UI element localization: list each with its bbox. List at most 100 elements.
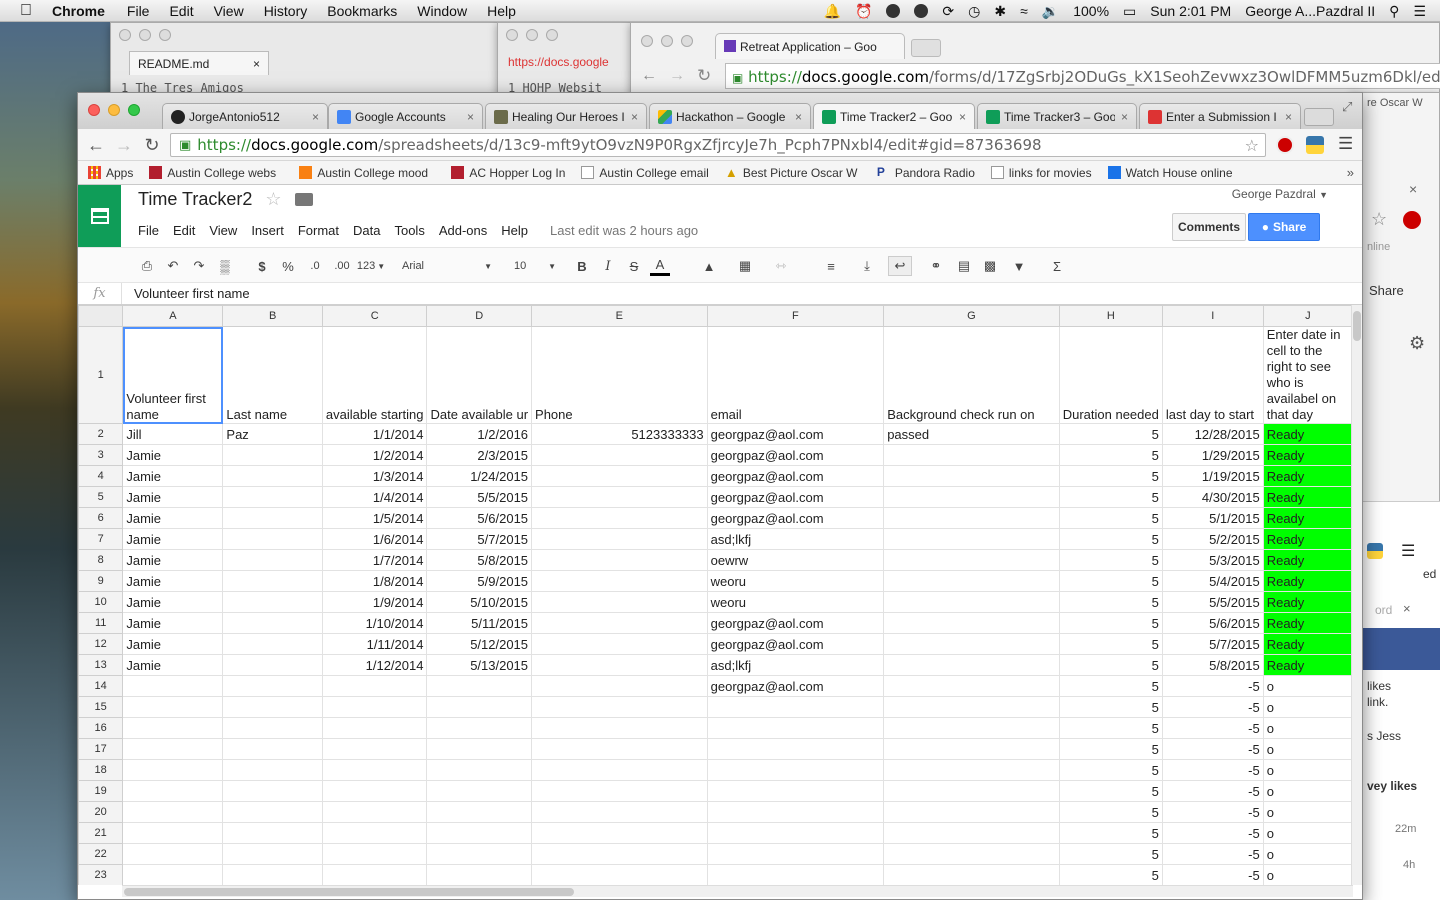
new-tab-button[interactable] — [1304, 108, 1334, 126]
close-icon[interactable]: × — [312, 110, 319, 124]
text-color-button[interactable]: A — [650, 256, 670, 276]
redo-icon[interactable]: ↷ — [190, 256, 208, 276]
bookmark-best-picture[interactable]: ▲ Best Picture Oscar W — [725, 166, 861, 180]
cell-d14[interactable] — [426, 675, 533, 697]
cell-h12[interactable]: 5 — [1058, 633, 1163, 655]
row-header[interactable]: 7 — [78, 528, 124, 550]
cell-e16[interactable] — [531, 717, 708, 739]
cell-d16[interactable] — [426, 717, 533, 739]
user-name[interactable]: George A...Pazdral II — [1245, 3, 1375, 19]
font-select[interactable]: Arial ▼ — [402, 256, 492, 276]
cell-i14[interactable]: -5 — [1161, 675, 1264, 697]
cell-f15[interactable] — [706, 696, 885, 718]
paint-format-icon[interactable]: ▒ — [216, 256, 234, 276]
row-header[interactable]: 1 — [78, 326, 124, 424]
cell-f14[interactable]: georgpaz@aol.com — [706, 675, 885, 697]
cell-c2[interactable]: 1/1/2014 — [321, 423, 428, 445]
cell-g4[interactable] — [883, 465, 1060, 487]
more-formats-button[interactable]: 123 ▼ — [356, 256, 386, 276]
cell-f23[interactable] — [706, 864, 885, 885]
cell-i5[interactable]: 4/30/2015 — [1161, 486, 1264, 508]
cell-g5[interactable] — [883, 486, 1060, 508]
cell-j23[interactable]: o — [1262, 864, 1353, 885]
row-header[interactable]: 21 — [78, 822, 124, 844]
cell-a3[interactable]: Jamie — [122, 444, 224, 466]
cell-f5[interactable]: georgpaz@aol.com — [706, 486, 885, 508]
column-header-f[interactable]: F — [706, 305, 885, 327]
menu-addons[interactable]: Add-ons — [439, 223, 487, 238]
cell-b10[interactable] — [222, 591, 323, 613]
cell-i19[interactable]: -5 — [1161, 780, 1264, 802]
cell-j21[interactable]: o — [1262, 822, 1353, 844]
cell-c6[interactable]: 1/5/2014 — [321, 507, 428, 529]
url-bar[interactable]: ▣ https://docs.google.com/spreadsheets/d… — [170, 133, 1266, 157]
cell-f11[interactable]: georgpaz@aol.com — [706, 612, 885, 634]
cell-b20[interactable] — [222, 801, 323, 823]
cell-d18[interactable] — [426, 759, 533, 781]
bold-button[interactable]: B — [574, 256, 590, 276]
cell-e11[interactable] — [531, 612, 708, 634]
column-header-i[interactable]: I — [1161, 305, 1264, 327]
cell-e18[interactable] — [531, 759, 708, 781]
cell-d19[interactable] — [426, 780, 533, 802]
cell-a15[interactable] — [122, 696, 224, 718]
menubar-edit[interactable]: Edit — [169, 3, 193, 19]
cell-c14[interactable] — [321, 675, 428, 697]
row-header[interactable]: 2 — [78, 423, 124, 445]
cell-f17[interactable] — [706, 738, 885, 760]
cell-d8[interactable]: 5/8/2015 — [426, 549, 533, 571]
column-header-d[interactable]: D — [426, 305, 533, 327]
row-header[interactable]: 20 — [78, 801, 124, 823]
cell-j17[interactable]: o — [1262, 738, 1353, 760]
star-icon[interactable]: ☆ — [1371, 209, 1387, 230]
gear-icon[interactable]: ⚙ — [1409, 333, 1425, 354]
cell-a10[interactable]: Jamie — [122, 591, 224, 613]
cell-h23[interactable]: 5 — [1058, 864, 1163, 885]
cell-d2[interactable]: 1/2/2016 — [426, 423, 533, 445]
zoom-window-button[interactable] — [128, 104, 140, 116]
menubar-help[interactable]: Help — [487, 3, 516, 19]
cell-f9[interactable]: weoru — [706, 570, 885, 592]
decrease-decimal-button[interactable]: .0 — [304, 256, 326, 276]
cell-a14[interactable] — [122, 675, 224, 697]
forms-back-icon[interactable]: ← — [641, 67, 657, 85]
cell-f3[interactable]: georgpaz@aol.com — [706, 444, 885, 466]
cell-d10[interactable]: 5/10/2015 — [426, 591, 533, 613]
cell-f8[interactable]: oewrw — [706, 549, 885, 571]
column-header-h[interactable]: H — [1058, 305, 1163, 327]
doc-title-wrap[interactable]: Time Tracker2 ☆ — [138, 189, 313, 210]
column-header-j[interactable]: J — [1262, 305, 1353, 327]
cell-i12[interactable]: 5/7/2015 — [1161, 633, 1264, 655]
fill-color-icon[interactable]: ▲ — [696, 256, 722, 276]
close-icon[interactable]: × — [631, 110, 638, 124]
formula-input[interactable]: Volunteer first name — [134, 286, 250, 301]
cell-b14[interactable] — [222, 675, 323, 697]
cell-j1[interactable]: Enter date in cell to the right to see w… — [1262, 326, 1353, 424]
cell-i13[interactable]: 5/8/2015 — [1161, 654, 1264, 676]
currency-button[interactable]: $ — [254, 256, 270, 276]
close-icon[interactable]: × — [1403, 601, 1411, 616]
cell-b21[interactable] — [222, 822, 323, 844]
cell-b8[interactable] — [222, 549, 323, 571]
cell-b16[interactable] — [222, 717, 323, 739]
cell-i11[interactable]: 5/6/2015 — [1161, 612, 1264, 634]
cell-j15[interactable]: o — [1262, 696, 1353, 718]
cell-a9[interactable]: Jamie — [122, 570, 224, 592]
cell-j12[interactable]: Ready — [1262, 633, 1353, 655]
cell-h15[interactable]: 5 — [1058, 696, 1163, 718]
select-all-corner[interactable] — [78, 305, 124, 327]
column-header-c[interactable]: C — [321, 305, 428, 327]
cell-h21[interactable]: 5 — [1058, 822, 1163, 844]
cell-b6[interactable] — [222, 507, 323, 529]
menu-data[interactable]: Data — [353, 223, 380, 238]
horizontal-align-icon[interactable]: ≡ — [818, 256, 844, 276]
menubar-history[interactable]: History — [264, 3, 308, 19]
stop-icon[interactable] — [1403, 211, 1421, 229]
bookmark-austin-college-mood[interactable]: Austin College mood — [299, 166, 435, 180]
text-wrap-icon[interactable]: ↩ — [888, 256, 912, 276]
strikethrough-button[interactable]: S — [626, 256, 642, 276]
python-extension-icon[interactable] — [1306, 136, 1324, 154]
cell-j6[interactable]: Ready — [1262, 507, 1353, 529]
cell-e10[interactable] — [531, 591, 708, 613]
notification-icon[interactable]: 🔔 — [824, 3, 841, 20]
